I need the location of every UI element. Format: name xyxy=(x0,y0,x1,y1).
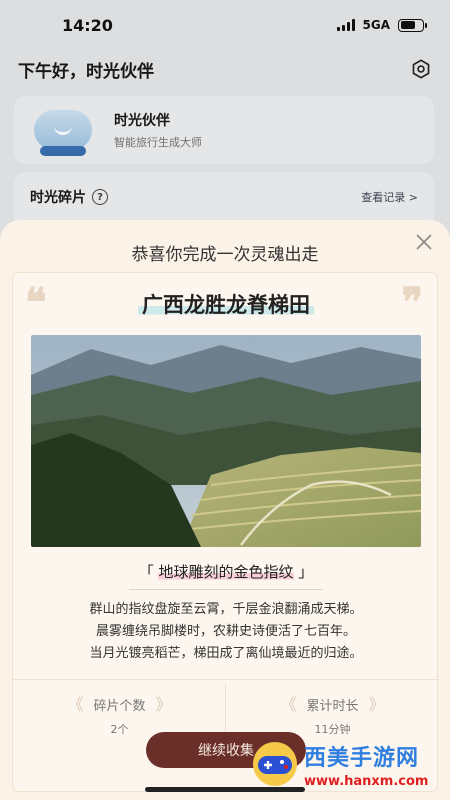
description: 群山的指纹盘旋至云霄，千层金浪翻涌成天梯。 晨雾缠绕吊脚楼时，农耕史诗便活了七百… xyxy=(33,599,419,665)
tagline-divider xyxy=(129,589,323,590)
watermark-text: 西美手游网 www.hanxm.com xyxy=(304,740,428,789)
stat-label: 碎片个数 xyxy=(93,699,146,714)
place-photo xyxy=(31,335,421,547)
gamepad-logo-icon xyxy=(253,742,297,786)
watermark-sub: www.hanxm.com xyxy=(304,773,429,789)
description-line: 晨雾缠绕吊脚楼时，农耕史诗便活了七百年。 xyxy=(95,624,356,639)
result-card: ❝ ❞ 广西龙胜龙脊梯田 「 地球雕刻的金色指纹 」 群山的指纹盘旋至云霄，千层… xyxy=(12,272,439,792)
tagline-bracket-close: 」 xyxy=(298,563,314,581)
description-line: 群山的指纹盘旋至云霄，千层金浪翻涌成天梯。 xyxy=(89,602,363,617)
tagline-text: 地球雕刻的金色指纹 xyxy=(158,563,294,581)
stat-total-duration: 《累计时长》 11分钟 xyxy=(226,691,439,737)
stats-divider xyxy=(13,679,439,680)
watermark-main: 西美手游网 xyxy=(304,745,420,771)
close-icon[interactable] xyxy=(414,232,434,252)
modal-title: 恭喜你完成一次灵魂出走 xyxy=(131,245,319,265)
tagline: 「 地球雕刻的金色指纹 」 xyxy=(13,561,439,582)
completion-modal: 恭喜你完成一次灵魂出走 ❝ ❞ 广西龙胜龙脊梯田 「 地球雕刻的金色指纹 」 群… xyxy=(0,220,450,800)
stat-fragment-count: 《碎片个数》 2个 xyxy=(13,691,226,737)
place-title: 广西龙胜龙脊梯田 xyxy=(13,289,439,319)
place-name: 广西龙胜龙脊梯田 xyxy=(138,292,314,317)
description-line: 当月光镀亮稻芒，梯田成了离仙境最近的归途。 xyxy=(89,646,363,661)
watermark: 西美手游网 www.hanxm.com xyxy=(250,732,446,796)
stat-label: 累计时长 xyxy=(306,699,359,714)
tagline-bracket-open: 「 xyxy=(138,563,154,581)
